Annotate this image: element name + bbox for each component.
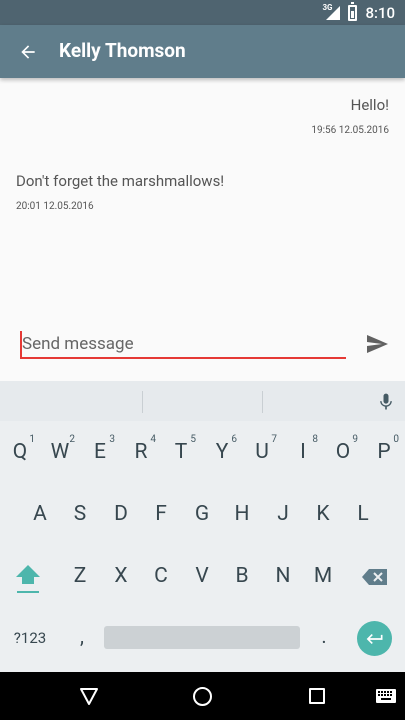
- key-o[interactable]: O9: [325, 432, 361, 472]
- key-g[interactable]: G: [184, 494, 220, 534]
- status-icons: 3G 8:10: [322, 0, 395, 25]
- key-hint: 0: [393, 434, 399, 445]
- key-a[interactable]: A: [22, 494, 58, 534]
- key-hint: 3: [109, 434, 115, 445]
- suggestion-bar: [0, 381, 405, 421]
- key-hint: 2: [69, 434, 75, 445]
- status-bar: 3G 8:10: [0, 0, 405, 25]
- key-i[interactable]: I8: [285, 432, 321, 472]
- shift-arrow-icon: [16, 565, 40, 593]
- key-d[interactable]: D: [103, 494, 139, 534]
- signal-icon: 3G: [322, 2, 341, 20]
- message-text: Don't forget the marshmallows!: [16, 172, 225, 190]
- suggestion-divider: [142, 391, 143, 413]
- symbols-key[interactable]: ?123: [8, 626, 52, 650]
- key-e[interactable]: E3: [82, 432, 118, 472]
- key-c[interactable]: C: [143, 556, 179, 596]
- send-icon: [367, 335, 388, 353]
- key-hint: 6: [231, 434, 237, 445]
- key-z[interactable]: Z: [62, 556, 98, 596]
- nav-back-icon[interactable]: [79, 686, 99, 706]
- key-hint: 7: [271, 434, 277, 445]
- navigation-bar: [0, 672, 405, 720]
- comma-key[interactable]: ,: [74, 621, 90, 651]
- key-hint: 4: [150, 434, 156, 445]
- key-hint: 9: [352, 434, 358, 445]
- key-b[interactable]: B: [224, 556, 260, 596]
- key-v[interactable]: V: [184, 556, 220, 596]
- key-y[interactable]: Y6: [204, 432, 240, 472]
- key-q[interactable]: Q1: [2, 432, 38, 472]
- period-key[interactable]: .: [316, 621, 332, 651]
- key-j[interactable]: J: [265, 494, 301, 534]
- key-r[interactable]: R4: [123, 432, 159, 472]
- shift-key[interactable]: [10, 557, 46, 601]
- nav-recents-icon[interactable]: [309, 688, 325, 704]
- backspace-icon: [362, 569, 387, 585]
- key-n[interactable]: N: [265, 556, 301, 596]
- message-text: Hello!: [350, 96, 389, 114]
- conversation-title: Kelly Thomson: [59, 39, 186, 62]
- message-timestamp: 20:01 12.05.2016: [16, 201, 94, 212]
- key-t[interactable]: T5: [163, 432, 199, 472]
- network-type: 3G: [322, 2, 333, 12]
- key-hint: 1: [29, 434, 35, 445]
- soft-keyboard: Q1 W2 E3 R4 T5 Y6 U7 I8 O9 P0 A S D F G …: [0, 381, 405, 672]
- app-bar: Kelly Thomson: [0, 25, 405, 78]
- send-message-input[interactable]: [20, 331, 346, 359]
- key-w[interactable]: W2: [42, 432, 78, 472]
- key-f[interactable]: F: [143, 494, 179, 534]
- key-h[interactable]: H: [224, 494, 260, 534]
- nav-home-icon[interactable]: [193, 687, 212, 706]
- battery-icon: [348, 1, 358, 21]
- suggestion-divider: [262, 391, 263, 413]
- back-button[interactable]: [14, 38, 42, 66]
- space-bar[interactable]: [104, 626, 300, 649]
- enter-key[interactable]: [357, 621, 392, 656]
- key-p[interactable]: P0: [366, 432, 402, 472]
- send-button[interactable]: [364, 331, 390, 357]
- enter-arrow-icon: [366, 633, 382, 644]
- status-time: 8:10: [365, 3, 395, 22]
- delete-key[interactable]: [361, 562, 391, 592]
- keyboard-switch-icon[interactable]: [376, 689, 396, 703]
- key-k[interactable]: K: [305, 494, 341, 534]
- key-m[interactable]: M: [305, 556, 341, 596]
- microphone-icon[interactable]: [376, 390, 396, 414]
- message-timestamp: 19:56 12.05.2016: [311, 125, 389, 136]
- key-u[interactable]: U7: [244, 432, 280, 472]
- key-l[interactable]: L: [345, 494, 381, 534]
- message-outgoing[interactable]: Hello! 19:56 12.05.2016: [311, 96, 389, 136]
- key-hint: 8: [312, 434, 318, 445]
- arrow-back-icon: [21, 45, 35, 59]
- key-hint: 5: [190, 434, 196, 445]
- message-incoming[interactable]: Don't forget the marshmallows! 20:01 12.…: [16, 172, 224, 212]
- key-s[interactable]: S: [62, 494, 98, 534]
- key-x[interactable]: X: [103, 556, 139, 596]
